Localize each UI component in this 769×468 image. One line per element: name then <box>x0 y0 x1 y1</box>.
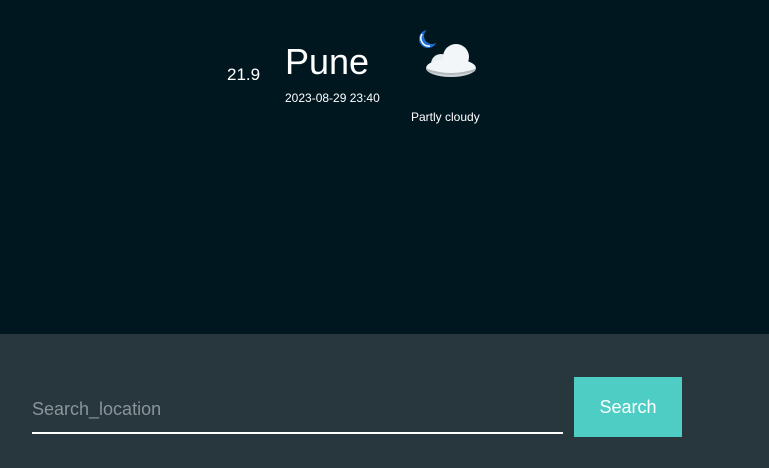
city-name: Pune <box>285 41 370 82</box>
weather-condition: Partly cloudy <box>411 110 480 124</box>
temperature: 21.9 <box>227 65 261 84</box>
partly-cloudy-night-icon <box>414 26 478 82</box>
weather-panel: 21.9 Pune 2023-08-29 23:40 Partly cloudy <box>0 0 769 334</box>
local-datetime: 2023-08-29 23:40 <box>285 91 380 105</box>
search-button[interactable]: Search <box>574 377 682 437</box>
search-input[interactable] <box>32 386 563 434</box>
